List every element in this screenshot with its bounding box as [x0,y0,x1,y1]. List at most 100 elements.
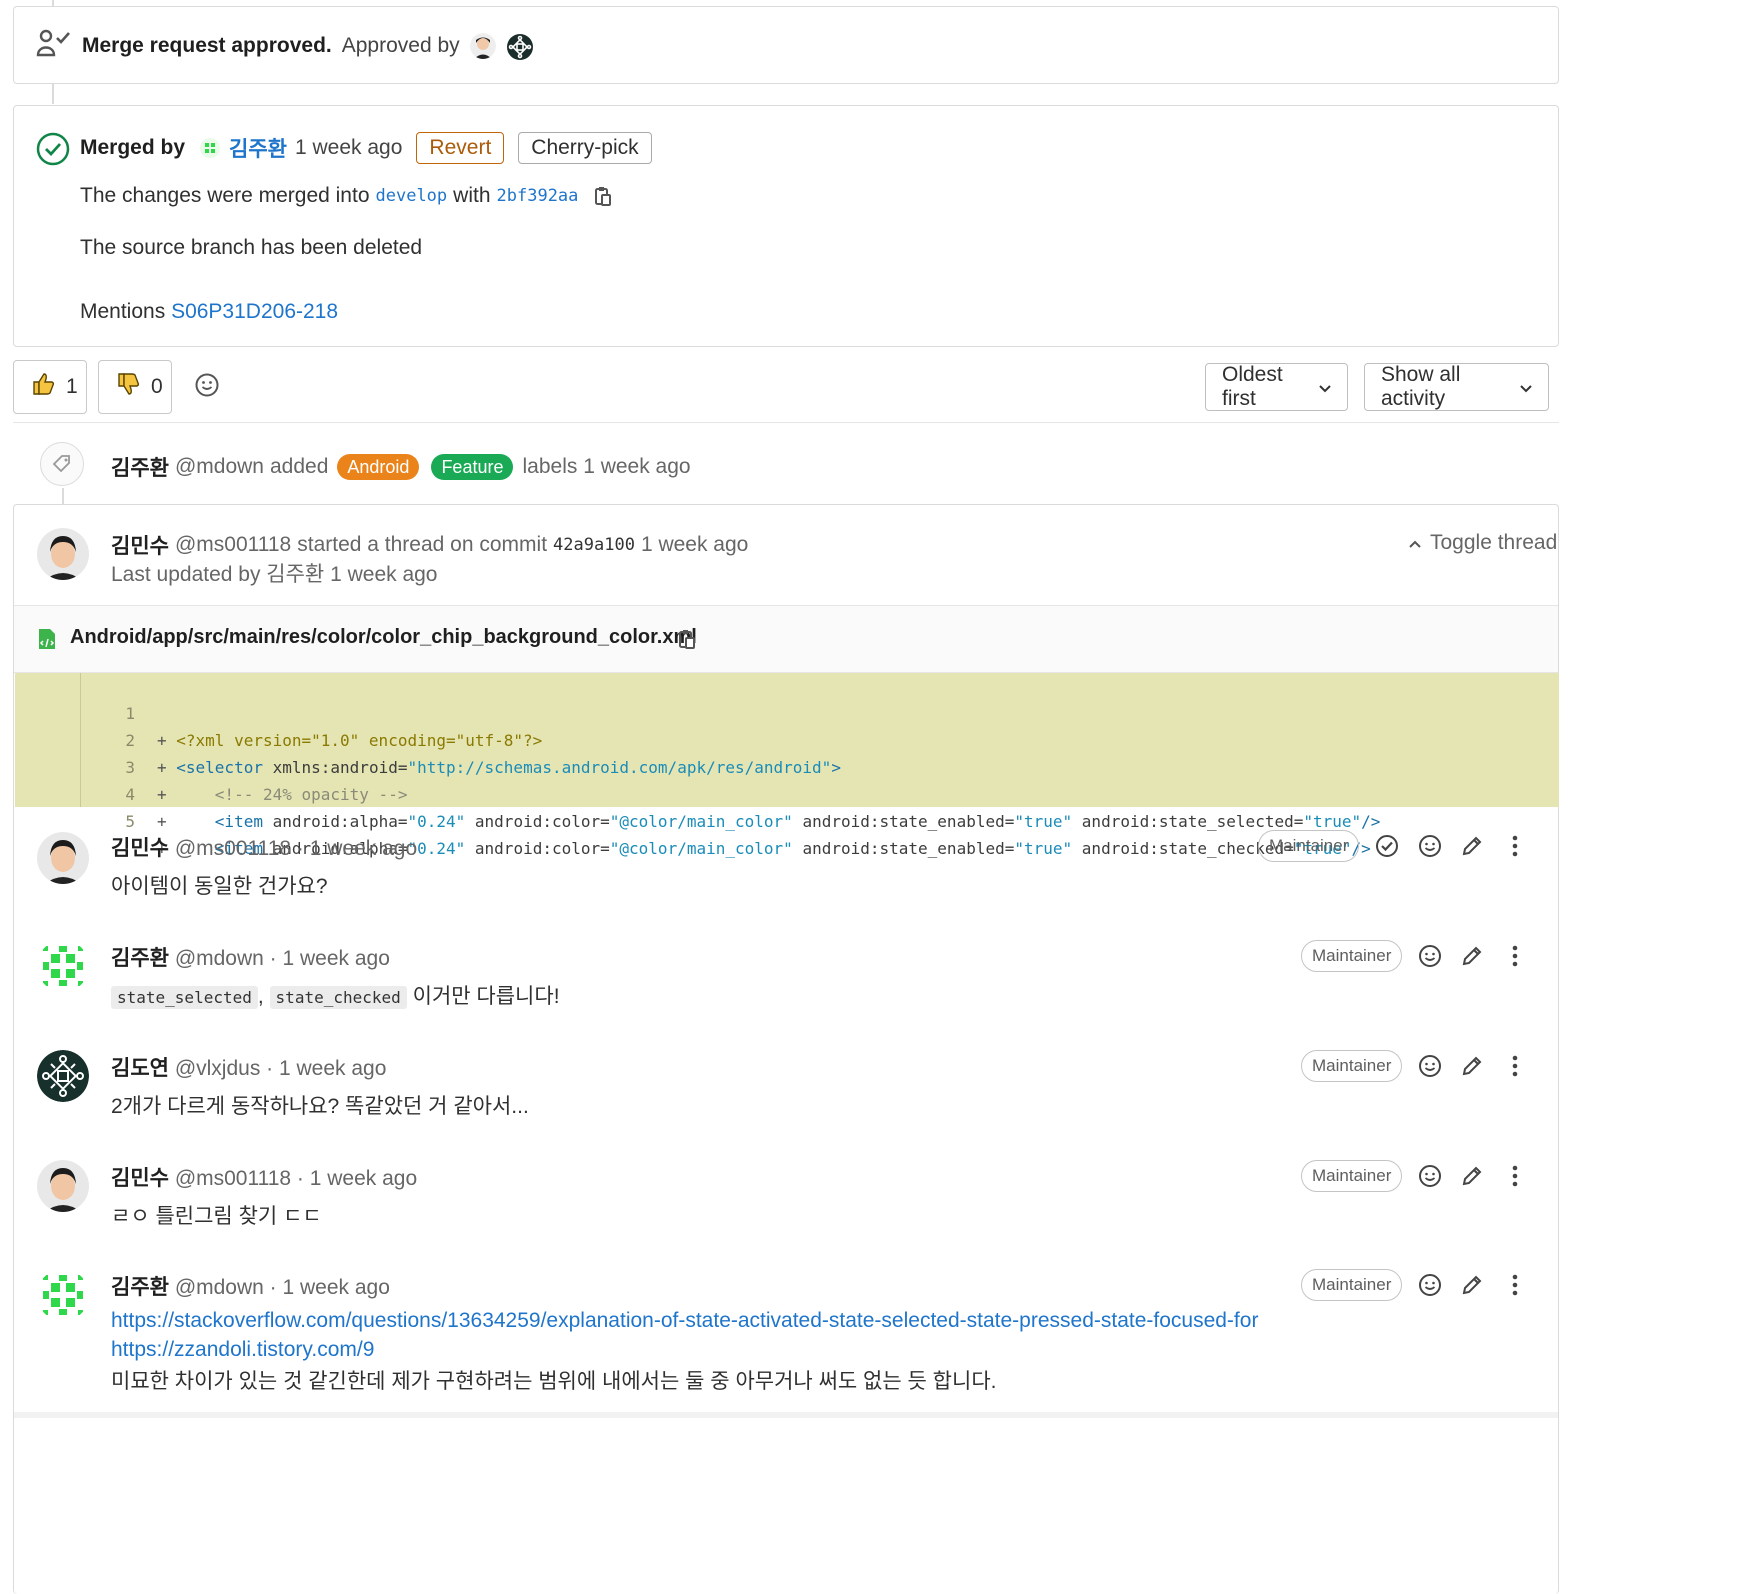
approver-avatar-2[interactable] [506,33,533,60]
note-author[interactable]: 김민수 [111,1167,169,1190]
add-reaction-icon[interactable] [1417,943,1443,969]
note-author[interactable]: 김주환 [111,1276,169,1299]
thread-handle[interactable]: @ms001118 [175,533,291,557]
diff-line: 1 + <?xml version="1.0" encoding="utf-8"… [15,673,1559,750]
with-label: with [453,184,491,207]
edit-pencil-icon[interactable] [1459,1272,1485,1298]
note: 김주환 @mdown · 1 week ago https://stackove… [15,1269,1559,1399]
chevron-up-icon [1408,531,1422,555]
label-event-icon [40,442,84,486]
approval-icon [36,28,72,64]
note-author[interactable]: 김민수 [111,837,169,860]
label-event-handle[interactable]: @mdown [175,455,264,479]
role-badge: Maintainer [1301,1269,1403,1301]
thumbs-down-count: 0 [151,375,163,398]
copy-commit-icon[interactable] [594,185,612,207]
label-event-suffix: labels 1 week ago [522,455,691,478]
avatar[interactable] [37,1269,89,1321]
avatar[interactable] [37,1160,89,1212]
diff-line: 3 + <!-- 24% opacity --> [15,727,1559,804]
toggle-thread-label: Toggle thread [1430,531,1558,554]
sort-dropdown[interactable]: Oldest first [1205,363,1348,411]
thread-commit-link[interactable]: 42a9a100 [553,535,635,555]
avatar[interactable] [37,832,89,884]
sort-dropdown-label: Oldest first [1222,363,1283,410]
add-reaction-icon[interactable] [1417,1053,1443,1079]
thumbs-down-button[interactable]: 0 [98,360,172,414]
branch-deleted-text: The source branch has been deleted [80,236,423,259]
label-android[interactable]: Android [337,454,420,480]
edit-pencil-icon[interactable] [1459,833,1485,859]
thumbs-up-button[interactable]: 1 [13,360,87,414]
note-body: state_selected, state_checked 이거만 다릅니다! [111,980,560,1010]
role-badge: Maintainer [1301,1050,1403,1082]
note-meta[interactable]: @ms001118 · 1 week ago [175,837,417,860]
label-feature[interactable]: Feature [431,454,514,480]
edit-pencil-icon[interactable] [1459,1053,1485,1079]
note: 김민수 @ms001118 · 1 week ago 아이템이 동일한 건가요?… [15,830,1559,930]
more-actions-icon[interactable] [1502,943,1528,969]
note-author[interactable]: 김주환 [111,947,169,970]
avatar[interactable] [37,1050,89,1102]
activity-dropdown[interactable]: Show all activity [1364,363,1549,411]
target-branch-link[interactable]: develop [376,186,448,206]
inline-code: state_selected [111,986,258,1009]
toggle-thread-button[interactable]: Toggle thread [1408,531,1557,555]
more-actions-icon[interactable] [1502,1163,1528,1189]
approved-by-label: Approved by [341,34,460,57]
add-reaction-icon[interactable] [1417,833,1443,859]
merger-avatar[interactable] [199,137,221,159]
more-actions-icon[interactable] [1502,1272,1528,1298]
cherry-pick-button[interactable]: Cherry-pick [518,132,652,164]
add-reaction-icon[interactable] [1417,1272,1443,1298]
approval-title: Merge request approved. [82,34,332,57]
resolve-thread-icon[interactable] [1374,833,1400,859]
note-meta[interactable]: @ms001118 · 1 week ago [175,1167,417,1190]
edit-pencil-icon[interactable] [1459,943,1485,969]
file-path[interactable]: Android/app/src/main/res/color/color_chi… [70,626,697,649]
copy-file-path-icon[interactable] [678,628,696,656]
bottom-divider [14,1412,1558,1418]
approval-row: Merge request approved. Approved by [36,28,533,64]
more-actions-icon[interactable] [1502,833,1528,859]
note-header: 김도연 @vlxjdus · 1 week ago [111,1052,386,1082]
chevron-down-icon [1520,375,1532,399]
note-body: 2개가 다르게 동작하나요? 똑같았던 거 같아서... [111,1095,529,1118]
avatar[interactable] [37,940,89,992]
revert-button[interactable]: Revert [416,132,505,164]
note: 김주환 @mdown · 1 week ago state_selected, … [15,940,1559,1040]
add-reaction-icon[interactable] [194,372,220,404]
approver-avatar-1[interactable] [469,33,496,59]
code-separator: , [257,985,264,1008]
thread-user[interactable]: 김민수 [111,530,169,560]
note-meta[interactable]: @vlxjdus · 1 week ago [175,1057,387,1080]
more-actions-icon[interactable] [1502,1053,1528,1079]
role-badge: Maintainer [1258,830,1360,862]
merge-commit-link[interactable]: 2bf392aa [497,186,579,206]
diff-view: 1 + <?xml version="1.0" encoding="utf-8"… [15,673,1559,858]
note-link[interactable]: https://zzandoli.tistory.com/9 [111,1338,374,1362]
thread-time: 1 week ago [640,533,749,556]
merged-header: Merged by 김주환 1 week ago Revert Cherry-p… [80,128,652,168]
edit-pencil-icon[interactable] [1459,1163,1485,1189]
note-body: 미묘한 차이가 있는 것 같긴한데 제가 구현하려는 범위에 내에서는 둘 중 … [111,1370,997,1393]
note-header: 김민수 @ms001118 · 1 week ago [111,1162,417,1192]
label-event-user[interactable]: 김주환 [111,452,169,482]
add-reaction-icon[interactable] [1417,1163,1443,1189]
thumbs-up-count: 1 [66,375,78,398]
avatar[interactable] [37,528,89,580]
note-meta[interactable]: @mdown · 1 week ago [175,1276,390,1299]
thread-last-updated: Last updated by 김주환 1 week ago [111,563,438,586]
file-xml-icon [38,628,56,656]
mentions-issue-link[interactable]: S06P31D206-218 [171,300,338,323]
note-meta[interactable]: @mdown · 1 week ago [175,947,390,970]
mentions-label: Mentions [80,300,166,323]
file-header: Android/app/src/main/res/color/color_chi… [14,605,1558,673]
inline-code: state_checked [269,986,407,1009]
approval-card: Merge request approved. Approved by [13,6,1559,84]
merger-name-link[interactable]: 김주환 [229,133,287,163]
note-link[interactable]: https://stackoverflow.com/questions/1363… [111,1309,1258,1333]
note-author[interactable]: 김도연 [111,1057,169,1080]
role-badge: Maintainer [1301,1160,1403,1192]
mentions-line: Mentions S06P31D206-218 [80,300,338,324]
